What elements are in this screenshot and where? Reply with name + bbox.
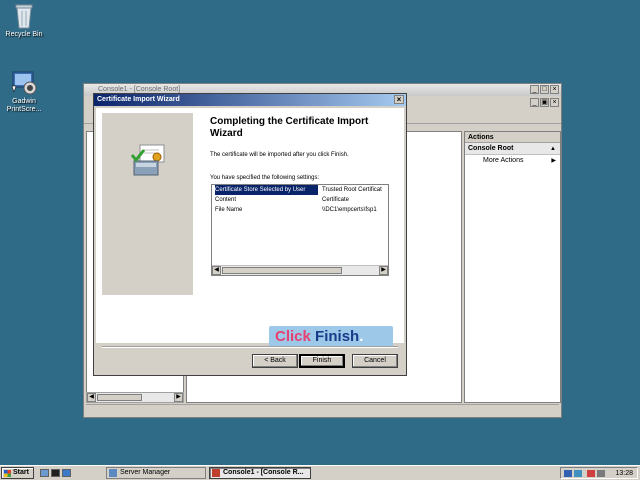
callout-period-text: . bbox=[359, 328, 364, 345]
setting-name: Content bbox=[215, 197, 237, 203]
wizard-title-bar: Certificate Import Wizard × bbox=[94, 94, 406, 106]
callout-click-text: Click bbox=[275, 328, 311, 345]
actions-section-console-root[interactable]: Console Root ▲ bbox=[465, 143, 560, 155]
windows-flag-icon bbox=[4, 470, 11, 477]
tray-network-icon[interactable] bbox=[564, 470, 572, 477]
mmc-close-button[interactable]: × bbox=[550, 85, 559, 94]
certificate-wizard-icon bbox=[128, 141, 168, 181]
submenu-arrow-icon: ▶ bbox=[551, 158, 556, 164]
server-manager-icon bbox=[109, 469, 117, 477]
setting-name: File Name bbox=[215, 207, 243, 213]
finish-button[interactable]: Finish bbox=[299, 354, 345, 368]
system-tray: 13:28 bbox=[560, 467, 638, 479]
wizard-close-button[interactable]: × bbox=[394, 95, 404, 104]
tree-horizontal-scrollbar[interactable]: ◀ ▶ bbox=[86, 392, 184, 403]
taskbar-item-server-manager[interactable]: Server Manager bbox=[106, 467, 206, 479]
wizard-heading: Completing the Certificate Import Wizard bbox=[210, 116, 369, 139]
mmc-inner-close-button[interactable]: × bbox=[550, 98, 559, 107]
scroll-right-arrow-icon[interactable]: ▶ bbox=[379, 266, 388, 275]
more-actions-label: More Actions bbox=[483, 157, 524, 164]
wizard-intro-text: The certificate will be imported after y… bbox=[210, 152, 349, 158]
scroll-left-arrow-icon[interactable]: ◀ bbox=[212, 266, 221, 275]
mmc-inner-minimize-button[interactable]: _ bbox=[530, 98, 539, 107]
wizard-separator bbox=[102, 346, 398, 348]
wizard-body: Completing the Certificate Import Wizard… bbox=[96, 108, 404, 348]
recycle-bin-desktop-icon[interactable]: Recycle Bin bbox=[0, 3, 48, 39]
command-prompt-quicklaunch-icon[interactable] bbox=[51, 469, 60, 477]
mmc-console-icon bbox=[212, 469, 220, 477]
settings-list[interactable]: Certificate Store Selected by User Trust… bbox=[211, 184, 389, 276]
scroll-thumb[interactable] bbox=[97, 394, 142, 401]
certificate-import-wizard-dialog: Certificate Import Wizard × Completing t… bbox=[93, 93, 407, 376]
recycle-bin-label: Recycle Bin bbox=[5, 31, 43, 38]
list-item[interactable]: Certificate Store Selected by User Trust… bbox=[212, 185, 388, 195]
mmc-inner-restore-button[interactable]: ▣ bbox=[540, 98, 549, 107]
settings-horizontal-scrollbar[interactable]: ◀ ▶ bbox=[212, 265, 388, 275]
task-label: Console1 - [Console R... bbox=[223, 469, 304, 476]
explorer-quicklaunch-icon[interactable] bbox=[62, 469, 71, 477]
collapse-up-icon[interactable]: ▲ bbox=[550, 143, 556, 155]
settings-label: You have specified the following setting… bbox=[210, 175, 320, 181]
taskbar-clock[interactable]: 13:28 bbox=[615, 468, 633, 479]
server-manager-quicklaunch-icon[interactable] bbox=[40, 469, 49, 477]
callout-finish-text: Finish bbox=[315, 328, 360, 345]
start-label: Start bbox=[13, 469, 29, 476]
setting-value: Trusted Root Certificat bbox=[322, 187, 382, 193]
list-item[interactable]: Content Certificate bbox=[212, 195, 388, 205]
scroll-thumb[interactable] bbox=[222, 267, 342, 274]
list-item[interactable]: File Name \\DC1\empcerts\fsp1 bbox=[212, 205, 388, 215]
tray-security-icon[interactable] bbox=[587, 470, 595, 477]
tutorial-callout: Click Finish. bbox=[269, 326, 393, 348]
mmc-minimize-button[interactable]: _ bbox=[530, 85, 539, 94]
start-button[interactable]: Start bbox=[1, 467, 34, 479]
gadwin-label: Gadwin PrintScre... bbox=[6, 98, 42, 113]
action-more-actions[interactable]: More Actions ▶ bbox=[465, 155, 560, 167]
actions-section-label: Console Root bbox=[468, 145, 514, 152]
mmc-maximize-button[interactable]: □ bbox=[540, 85, 549, 94]
wizard-title: Certificate Import Wizard bbox=[97, 96, 180, 103]
recycle-bin-icon bbox=[14, 3, 34, 29]
mmc-title: Console1 - [Console Root] bbox=[98, 86, 181, 93]
setting-name: Certificate Store Selected by User bbox=[215, 185, 318, 195]
taskbar: Start Server Manager Console1 - [Console… bbox=[0, 465, 640, 480]
setting-value: Certificate bbox=[322, 197, 350, 203]
tray-monitor-icon[interactable] bbox=[574, 470, 582, 477]
gadwin-desktop-icon[interactable]: Gadwin PrintScre... bbox=[0, 68, 48, 114]
tray-volume-icon[interactable] bbox=[597, 470, 605, 477]
mmc-status-bar bbox=[86, 404, 559, 415]
actions-header: Actions bbox=[465, 132, 560, 143]
back-button[interactable]: < Back bbox=[252, 354, 298, 368]
gadwin-printscreen-icon bbox=[10, 68, 38, 96]
wizard-side-panel bbox=[102, 113, 193, 295]
actions-pane: Actions Console Root ▲ More Actions ▶ bbox=[464, 131, 561, 403]
task-label: Server Manager bbox=[120, 469, 171, 476]
cancel-button[interactable]: Cancel bbox=[352, 354, 398, 368]
scroll-right-arrow-icon[interactable]: ▶ bbox=[174, 393, 183, 402]
setting-value: \\DC1\empcerts\fsp1 bbox=[322, 207, 377, 213]
taskbar-item-console[interactable]: Console1 - [Console R... bbox=[209, 467, 311, 479]
scroll-left-arrow-icon[interactable]: ◀ bbox=[87, 393, 96, 402]
